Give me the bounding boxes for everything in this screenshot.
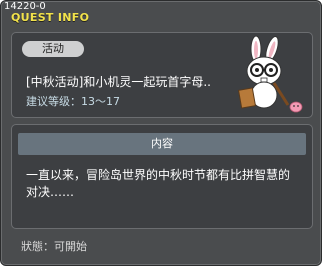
rabbit-with-glasses-icon [237,35,303,113]
quest-summary-panel: 活动 [中秋活动]和小机灵一起玩首字母.. 建议等级：13～17 [11,32,313,118]
quest-name: [中秋活动]和小机灵一起玩首字母.. [26,75,211,89]
window-title: QUEST INFO [11,11,90,24]
quest-content-panel: 内容 一直以来，冒险岛世界的中秋时节都有比拼智慧的对决…… [11,124,313,229]
content-header: 内容 [18,133,306,155]
recommended-level: 建议等级：13～17 [26,95,120,108]
quest-status: 狀態：可開始 [21,240,87,253]
quest-info-window: 14220-0 QUEST INFO 活动 [中秋活动]和小机灵一起玩首字母..… [0,0,322,266]
quest-type-tag: 活动 [22,41,84,57]
pink-slime-icon [289,101,303,113]
content-text: 一直以来，冒险岛世界的中秋时节都有比拼智慧的对决…… [26,168,291,199]
